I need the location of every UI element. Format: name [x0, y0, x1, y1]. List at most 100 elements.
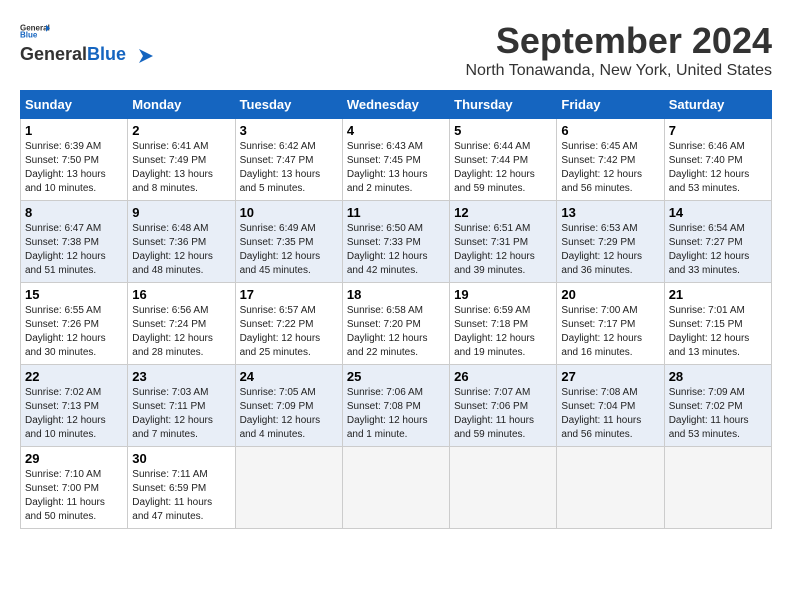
day-info: Sunrise: 6:49 AMSunset: 7:35 PMDaylight:…	[240, 222, 338, 278]
day-number: 6	[561, 123, 659, 138]
calendar-cell	[235, 447, 342, 529]
day-number: 7	[669, 123, 767, 138]
day-info: Sunrise: 6:46 AMSunset: 7:40 PMDaylight:…	[669, 140, 767, 196]
header-cell-monday: Monday	[128, 91, 235, 119]
day-number: 27	[561, 369, 659, 384]
calendar-cell: 18 Sunrise: 6:58 AMSunset: 7:20 PMDayligh…	[342, 283, 449, 365]
day-info: Sunrise: 6:54 AMSunset: 7:27 PMDaylight:…	[669, 222, 767, 278]
day-info: Sunrise: 7:11 AMSunset: 6:59 PMDaylight:…	[132, 468, 230, 524]
calendar-cell: 15Sunrise: 6:55 AMSunset: 7:26 PMDayligh…	[21, 283, 128, 365]
day-info: Sunrise: 7:02 AMSunset: 7:13 PMDaylight:…	[25, 386, 123, 442]
day-number: 20	[561, 287, 659, 302]
day-number: 25	[347, 369, 445, 384]
day-info: Sunrise: 7:06 AMSunset: 7:08 PMDaylight:…	[347, 386, 445, 442]
day-number: 15	[25, 287, 123, 302]
calendar-week-4: 22 Sunrise: 7:02 AMSunset: 7:13 PMDayligh…	[21, 365, 772, 447]
calendar-week-5: 29Sunrise: 7:10 AMSunset: 7:00 PMDayligh…	[21, 447, 772, 529]
calendar-cell: 16 Sunrise: 6:56 AMSunset: 7:24 PMDayligh…	[128, 283, 235, 365]
day-number: 24	[240, 369, 338, 384]
calendar-table: SundayMondayTuesdayWednesdayThursdayFrid…	[20, 90, 772, 529]
calendar-cell: 14 Sunrise: 6:54 AMSunset: 7:27 PMDayligh…	[664, 201, 771, 283]
calendar-cell: 23 Sunrise: 7:03 AMSunset: 7:11 PMDayligh…	[128, 365, 235, 447]
header-cell-saturday: Saturday	[664, 91, 771, 119]
header: General Blue GeneralBlue September 2024 …	[20, 20, 772, 80]
day-info: Sunrise: 6:39 AMSunset: 7:50 PMDaylight:…	[25, 140, 123, 196]
calendar-week-1: 1 Sunrise: 6:39 AMSunset: 7:50 PMDaylight…	[21, 119, 772, 201]
day-info: Sunrise: 6:44 AMSunset: 7:44 PMDaylight:…	[454, 140, 552, 196]
day-info: Sunrise: 6:53 AMSunset: 7:29 PMDaylight:…	[561, 222, 659, 278]
day-number: 16	[132, 287, 230, 302]
day-info: Sunrise: 6:45 AMSunset: 7:42 PMDaylight:…	[561, 140, 659, 196]
calendar-cell: 5 Sunrise: 6:44 AMSunset: 7:44 PMDaylight…	[450, 119, 557, 201]
day-info: Sunrise: 6:47 AMSunset: 7:38 PMDaylight:…	[25, 222, 123, 278]
calendar-cell: 1 Sunrise: 6:39 AMSunset: 7:50 PMDaylight…	[21, 119, 128, 201]
day-number: 1	[25, 123, 123, 138]
calendar-cell: 28Sunrise: 7:09 AMSunset: 7:02 PMDayligh…	[664, 365, 771, 447]
day-number: 9	[132, 205, 230, 220]
day-info: Sunrise: 6:59 AMSunset: 7:18 PMDaylight:…	[454, 304, 552, 360]
calendar-cell: 26Sunrise: 7:07 AMSunset: 7:06 PMDayligh…	[450, 365, 557, 447]
calendar-cell: 21 Sunrise: 7:01 AMSunset: 7:15 PMDayligh…	[664, 283, 771, 365]
day-info: Sunrise: 7:01 AMSunset: 7:15 PMDaylight:…	[669, 304, 767, 360]
calendar-cell: 17Sunrise: 6:57 AMSunset: 7:22 PMDayligh…	[235, 283, 342, 365]
calendar-cell: 6 Sunrise: 6:45 AMSunset: 7:42 PMDaylight…	[557, 119, 664, 201]
calendar-cell: 4Sunrise: 6:43 AMSunset: 7:45 PMDaylight…	[342, 119, 449, 201]
day-number: 4	[347, 123, 445, 138]
calendar-cell: 9Sunrise: 6:48 AMSunset: 7:36 PMDaylight…	[128, 201, 235, 283]
calendar-cell: 7 Sunrise: 6:46 AMSunset: 7:40 PMDaylight…	[664, 119, 771, 201]
title-area: September 2024 North Tonawanda, New York…	[465, 20, 772, 80]
calendar-week-3: 15Sunrise: 6:55 AMSunset: 7:26 PMDayligh…	[21, 283, 772, 365]
day-number: 11	[347, 205, 445, 220]
day-info: Sunrise: 6:57 AMSunset: 7:22 PMDaylight:…	[240, 304, 338, 360]
day-info: Sunrise: 6:50 AMSunset: 7:33 PMDaylight:…	[347, 222, 445, 278]
day-number: 3	[240, 123, 338, 138]
day-info: Sunrise: 6:41 AMSunset: 7:49 PMDaylight:…	[132, 140, 230, 196]
day-info: Sunrise: 7:08 AMSunset: 7:04 PMDaylight:…	[561, 386, 659, 442]
day-number: 21	[669, 287, 767, 302]
day-number: 23	[132, 369, 230, 384]
header-cell-sunday: Sunday	[21, 91, 128, 119]
day-info: Sunrise: 6:56 AMSunset: 7:24 PMDaylight:…	[132, 304, 230, 360]
day-info: Sunrise: 6:51 AMSunset: 7:31 PMDaylight:…	[454, 222, 552, 278]
calendar-cell	[342, 447, 449, 529]
logo-icon: General Blue	[20, 22, 50, 40]
day-info: Sunrise: 6:42 AMSunset: 7:47 PMDaylight:…	[240, 140, 338, 196]
calendar-cell: 2 Sunrise: 6:41 AMSunset: 7:49 PMDaylight…	[128, 119, 235, 201]
calendar-cell	[664, 447, 771, 529]
day-number: 8	[25, 205, 123, 220]
calendar-cell: 20 Sunrise: 7:00 AMSunset: 7:17 PMDayligh…	[557, 283, 664, 365]
day-number: 5	[454, 123, 552, 138]
day-number: 2	[132, 123, 230, 138]
day-number: 28	[669, 369, 767, 384]
calendar-cell: 27 Sunrise: 7:08 AMSunset: 7:04 PMDayligh…	[557, 365, 664, 447]
logo-arrow-icon	[133, 49, 153, 63]
calendar-week-2: 8 Sunrise: 6:47 AMSunset: 7:38 PMDaylight…	[21, 201, 772, 283]
calendar-subtitle: North Tonawanda, New York, United States	[465, 62, 772, 80]
calendar-cell: 8 Sunrise: 6:47 AMSunset: 7:38 PMDaylight…	[21, 201, 128, 283]
calendar-cell	[450, 447, 557, 529]
day-number: 26	[454, 369, 552, 384]
day-number: 22	[25, 369, 123, 384]
calendar-cell: 30 Sunrise: 7:11 AMSunset: 6:59 PMDayligh…	[128, 447, 235, 529]
day-number: 29	[25, 451, 123, 466]
logo-general: General	[20, 44, 87, 64]
day-info: Sunrise: 7:00 AMSunset: 7:17 PMDaylight:…	[561, 304, 659, 360]
calendar-cell: 13 Sunrise: 6:53 AMSunset: 7:29 PMDayligh…	[557, 201, 664, 283]
calendar-cell: 24 Sunrise: 7:05 AMSunset: 7:09 PMDayligh…	[235, 365, 342, 447]
header-cell-wednesday: Wednesday	[342, 91, 449, 119]
day-number: 12	[454, 205, 552, 220]
calendar-cell: 10 Sunrise: 6:49 AMSunset: 7:35 PMDayligh…	[235, 201, 342, 283]
day-info: Sunrise: 7:05 AMSunset: 7:09 PMDaylight:…	[240, 386, 338, 442]
logo-blue: Blue	[87, 44, 126, 64]
day-number: 13	[561, 205, 659, 220]
day-info: Sunrise: 6:58 AMSunset: 7:20 PMDaylight:…	[347, 304, 445, 360]
header-cell-tuesday: Tuesday	[235, 91, 342, 119]
day-number: 30	[132, 451, 230, 466]
day-number: 10	[240, 205, 338, 220]
calendar-title: September 2024	[465, 20, 772, 62]
day-number: 18	[347, 287, 445, 302]
calendar-cell: 11 Sunrise: 6:50 AMSunset: 7:33 PMDayligh…	[342, 201, 449, 283]
day-info: Sunrise: 7:03 AMSunset: 7:11 PMDaylight:…	[132, 386, 230, 442]
logo: General Blue GeneralBlue	[20, 20, 153, 65]
day-number: 14	[669, 205, 767, 220]
